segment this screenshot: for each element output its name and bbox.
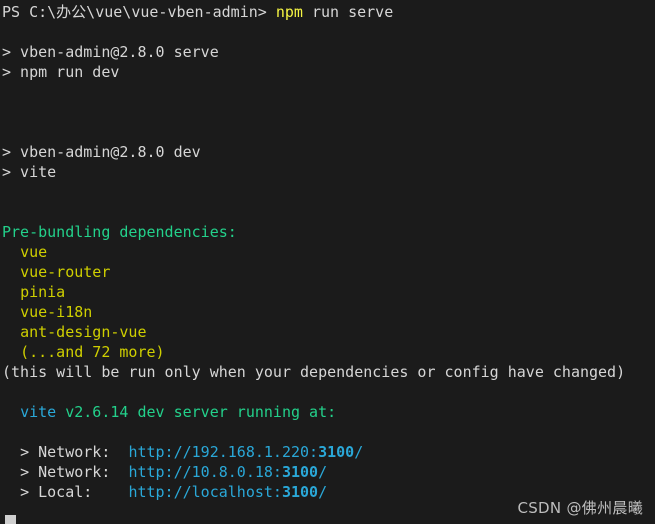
server-entry-sp2-0 [110, 443, 128, 461]
serve-script-line: > npm run dev [2, 62, 655, 82]
prebundle-dep-2: pinia [2, 283, 65, 301]
server-entry-row: > Network: http://192.168.1.220:3100/ [2, 442, 655, 462]
prebundle-dep-line: ant-design-vue [2, 322, 655, 342]
prebundle-dep-line: vue-router [2, 262, 655, 282]
vite-name: vite [20, 403, 57, 421]
server-entry-sp-1 [29, 463, 38, 481]
serve-package-text: > vben-admin@2.8.0 serve [2, 43, 219, 61]
prebundle-note-text: (this will be run only when your depende… [2, 363, 626, 381]
server-entry-port-1[interactable]: 3100 [282, 463, 318, 481]
prebundle-dep-label-1: vue-router [20, 263, 111, 281]
prebundle-dep-line: pinia [2, 282, 655, 302]
prebundle-header-line: Pre-bundling dependencies: [2, 222, 655, 242]
prebundle-dep-label-2: pinia [20, 283, 66, 301]
vite-indent [2, 403, 20, 421]
server-entry-label-0: Network: [38, 443, 111, 461]
prompt-command-program: npm [275, 3, 303, 21]
server-entry-sp-2 [29, 483, 38, 501]
serve-script-text: > npm run dev [2, 63, 120, 81]
server-entry-label-1: Network: [38, 463, 111, 481]
server-entry-arrow-0: > [20, 443, 30, 461]
prebundle-dep-1: vue-router [2, 263, 110, 281]
server-entry-sp2-2 [110, 483, 128, 501]
server-entry-url-prefix-0[interactable]: http://192.168.1.220: [128, 443, 318, 461]
terminal-cursor [5, 515, 16, 524]
server-entry-url-suffix-0[interactable]: / [354, 443, 363, 461]
server-entry-indent-1 [2, 463, 20, 481]
dev-script-line: > vite [2, 162, 655, 182]
prebundle-dep-label-5: (...and 72 more) [20, 343, 165, 361]
server-entry-url-prefix-2[interactable]: http://localhost: [128, 483, 282, 501]
csdn-watermark: CSDN @佛州晨曦 [517, 499, 643, 517]
vite-running-text: dev server running at: [137, 403, 337, 421]
prebundle-note-line: (this will be run only when your depende… [2, 362, 655, 382]
server-entry-label-2: Local: [38, 483, 111, 501]
prebundle-dep-label-4: ant-design-vue [20, 323, 147, 341]
prebundle-dep-0: vue [2, 243, 47, 261]
prompt-path: C:\办公\vue\vue-vben-admin> [29, 3, 267, 21]
server-entry-row: > Network: http://10.8.0.18:3100/ [2, 462, 655, 482]
vite-gap [56, 403, 65, 421]
terminal-window[interactable]: PS C:\办公\vue\vue-vben-admin> npm run ser… [0, 0, 655, 524]
server-entry-arrow-2: > [20, 483, 30, 501]
prompt-gap [267, 3, 276, 21]
serve-package-line: > vben-admin@2.8.0 serve [2, 42, 655, 62]
server-entry-url-suffix-1[interactable]: / [318, 463, 327, 481]
dev-package-line: > vben-admin@2.8.0 dev [2, 142, 655, 162]
vite-version: v2.6.14 [65, 403, 129, 421]
prompt-line: PS C:\办公\vue\vue-vben-admin> npm run ser… [2, 2, 655, 22]
server-entry-sp2-1 [110, 463, 128, 481]
server-entry-url-suffix-2[interactable]: / [318, 483, 327, 501]
server-entry-url-prefix-1[interactable]: http://10.8.0.18: [128, 463, 282, 481]
prebundle-dep-line: vue [2, 242, 655, 262]
prompt-gap2 [303, 3, 312, 21]
server-entry-arrow-1: > [20, 463, 30, 481]
dev-script-text: > vite [2, 163, 57, 181]
dev-package-text: > vben-admin@2.8.0 dev [2, 143, 201, 161]
server-entry-port-2[interactable]: 3100 [282, 483, 318, 501]
prebundle-header-text: Pre-bundling dependencies: [2, 223, 237, 241]
prebundle-dep-line: vue-i18n [2, 302, 655, 322]
server-entry-indent-2 [2, 483, 20, 501]
prebundle-dep-label-3: vue-i18n [20, 303, 93, 321]
terminal-screen: PS C:\办公\vue\vue-vben-admin> npm run ser… [0, 0, 655, 524]
prompt-command-args: run serve [311, 3, 394, 21]
server-entry-indent-0 [2, 443, 20, 461]
server-entry-sp-0 [29, 443, 38, 461]
prebundle-dep-3: vue-i18n [2, 303, 92, 321]
prebundle-dep-label-0: vue [20, 243, 48, 261]
prompt-ps-label: PS [2, 3, 21, 21]
prebundle-dep-5: (...and 72 more) [2, 343, 165, 361]
prebundle-dep-line: (...and 72 more) [2, 342, 655, 362]
vite-version-line: vite v2.6.14 dev server running at: [2, 402, 655, 422]
prebundle-dep-4: ant-design-vue [2, 323, 147, 341]
server-entry-port-0[interactable]: 3100 [318, 443, 354, 461]
